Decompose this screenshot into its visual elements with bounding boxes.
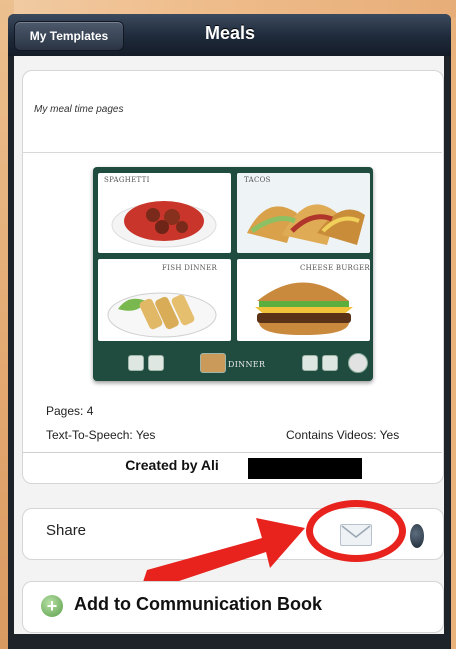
share-label: Share — [46, 522, 87, 539]
bottom-strip — [8, 634, 451, 649]
grid-icon — [322, 355, 338, 371]
spaghetti-image — [111, 201, 217, 248]
preview-tile-tacos — [237, 173, 370, 253]
tile-label-fish-dinner: Fish Dinner — [162, 264, 218, 272]
undo-icon — [148, 355, 164, 371]
my-templates-back-button[interactable]: My Templates — [14, 21, 124, 51]
created-by-label: Created by Ali — [22, 457, 442, 479]
text-to-speech-status: Text-To-Speech: Yes — [46, 428, 156, 442]
redacted-name — [248, 458, 362, 479]
preview-bar-label: Dinner — [228, 360, 266, 369]
tile-label-spaghetti: Spaghetti — [104, 176, 150, 184]
plus-icon: + — [41, 595, 63, 617]
created-by-text: Created by Ali — [125, 457, 219, 473]
chevron-right-icon[interactable] — [410, 524, 424, 548]
template-description: My meal time pages — [34, 104, 124, 115]
add-to-communication-book-label: Add to Communication Book — [74, 594, 322, 614]
divider — [22, 152, 442, 153]
divider — [22, 452, 442, 453]
tacos-image — [237, 173, 370, 253]
contains-videos-status: Contains Videos: Yes — [286, 428, 400, 442]
tile-label-cheese-burger: Cheese Burger — [300, 264, 370, 272]
keyboard-icon — [302, 355, 318, 371]
preview-tile-spaghetti — [98, 173, 231, 253]
pages-count: Pages: 4 — [46, 404, 94, 418]
annotation-circle — [306, 500, 406, 562]
page-title: Meals — [204, 23, 256, 43]
tile-label-tacos: Tacos — [244, 176, 271, 184]
play-icon — [348, 353, 368, 373]
dinner-plate-icon — [200, 353, 226, 373]
home-icon — [128, 355, 144, 371]
